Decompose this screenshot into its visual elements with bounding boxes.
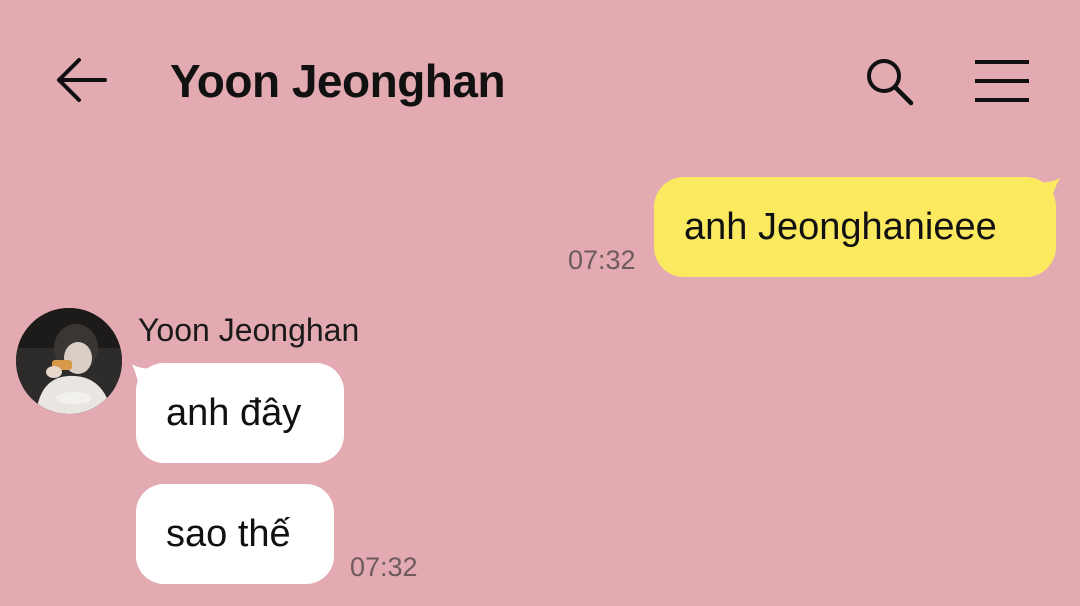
message-text: sao thế — [166, 513, 291, 555]
avatar[interactable] — [16, 308, 122, 414]
back-button[interactable] — [50, 50, 112, 110]
message-time: 07:32 — [350, 552, 418, 582]
message-time: 07:32 — [568, 245, 636, 275]
search-button[interactable] — [858, 50, 920, 112]
sender-name: Yoon Jeonghan — [138, 312, 360, 348]
outgoing-message-bubble[interactable]: anh Jeonghanieee — [654, 177, 1056, 277]
incoming-message-bubble[interactable]: sao thế — [136, 484, 334, 584]
avatar-photo — [16, 308, 122, 414]
chat-header: Yoon Jeonghan — [0, 0, 1080, 160]
hamburger-menu-icon — [975, 60, 1029, 102]
search-icon — [867, 59, 914, 106]
message-text: anh đây — [166, 392, 302, 434]
menu-button[interactable] — [968, 50, 1036, 112]
chat-title: Yoon Jeonghan — [170, 55, 506, 107]
arrow-left-icon — [57, 58, 107, 102]
message-text: anh Jeonghanieee — [684, 206, 997, 248]
incoming-message-bubble[interactable]: anh đây — [136, 363, 344, 463]
